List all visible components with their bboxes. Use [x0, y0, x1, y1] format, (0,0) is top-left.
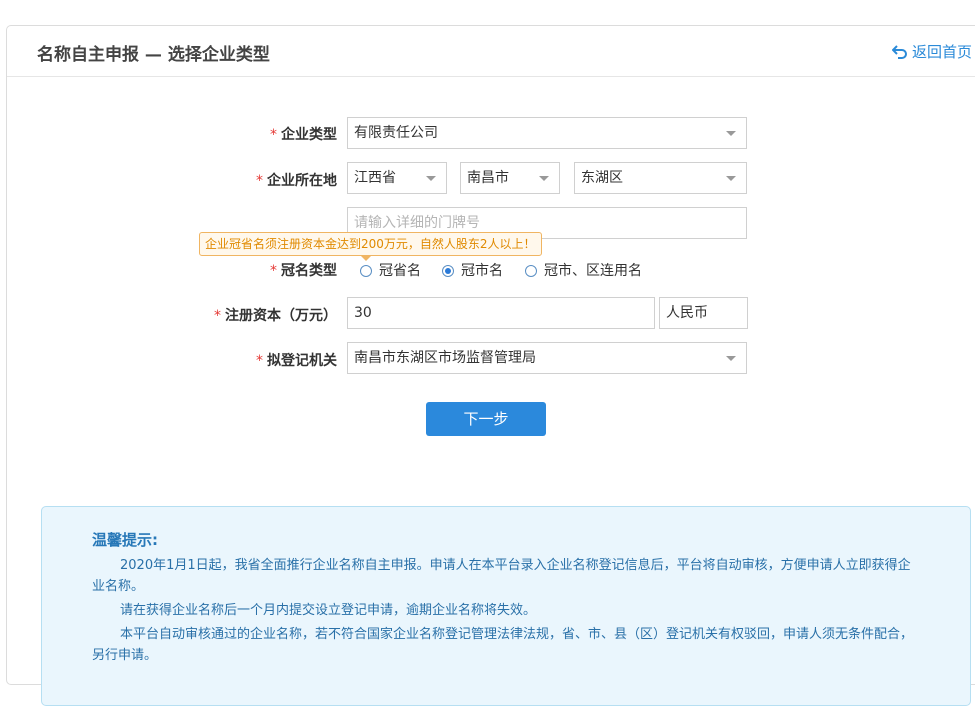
district-select[interactable]: 东湖区: [574, 162, 747, 194]
city-select[interactable]: 南昌市: [460, 162, 560, 194]
tips-paragraph-1: 2020年1月1日起，我省全面推行企业名称自主申报。申请人在本平台录入企业名称登…: [92, 558, 911, 594]
panel-header: 名称自主申报 — 选择企业类型 返回首页: [7, 26, 975, 77]
location-label: * 企业所在地: [256, 173, 337, 189]
company-type-row: * 企业类型: [0, 124, 337, 144]
next-button[interactable]: 下一步: [426, 402, 546, 436]
city-value: 南昌市: [467, 170, 509, 186]
chevron-down-icon: [726, 176, 736, 181]
chevron-down-icon: [539, 176, 549, 181]
radio-province-crown[interactable]: 冠省名: [360, 260, 421, 280]
authority-value: 南昌市东湖区市场监督管理局: [354, 350, 536, 366]
page-title: 名称自主申报 — 选择企业类型: [37, 45, 270, 65]
tips-paragraph-2: 请在获得企业名称后一个月内提交设立登记申请，逾期企业名称将失效。: [120, 603, 537, 618]
radio-circle-checked[interactable]: [442, 265, 454, 277]
company-type-value: 有限责任公司: [354, 125, 438, 141]
authority-select[interactable]: 南昌市东湖区市场监督管理局: [347, 342, 747, 374]
authority-label: * 拟登记机关: [256, 353, 337, 369]
capital-row: * 注册资本（万元）: [0, 305, 337, 325]
chevron-down-icon: [426, 176, 436, 181]
company-type-label: * 企业类型: [270, 127, 337, 143]
crown-type-options: 冠省名 冠市名 冠市、区连用名: [0, 260, 975, 280]
radio-circle[interactable]: [360, 265, 372, 277]
tips-box: 温馨提示: 2020年1月1日起，我省全面推行企业名称自主申报。申请人在本平台录…: [41, 506, 971, 706]
tips-paragraph-3: 本平台自动审核通过的企业名称，若不符合国家企业名称登记管理法律法规，省、市、县（…: [92, 627, 914, 663]
radio-city-crown[interactable]: 冠市名: [442, 260, 503, 280]
tooltip-text: 企业冠省名须注册资本金达到200万元，自然人股东2人以上！: [205, 237, 536, 251]
radio-circle[interactable]: [525, 265, 537, 277]
tips-title: 温馨提示:: [92, 531, 158, 549]
province-value: 江西省: [354, 170, 396, 186]
chevron-down-icon: [726, 131, 736, 136]
capital-field[interactable]: 30: [347, 297, 655, 329]
capital-value[interactable]: 30: [354, 305, 372, 321]
province-select[interactable]: 江西省: [347, 162, 447, 194]
back-home-link[interactable]: 返回首页: [891, 41, 973, 63]
radio-city-district-crown[interactable]: 冠市、区连用名: [525, 260, 642, 280]
return-icon: [891, 45, 908, 63]
back-home-label: 返回首页: [912, 43, 973, 61]
company-type-select[interactable]: 有限责任公司: [347, 117, 747, 149]
location-row: * 企业所在地: [0, 170, 337, 190]
authority-row: * 拟登记机关: [0, 350, 337, 370]
currency-field[interactable]: 人民币: [659, 297, 748, 329]
crown-tooltip: 企业冠省名须注册资本金达到200万元，自然人股东2人以上！: [199, 232, 542, 261]
district-value: 东湖区: [581, 170, 623, 186]
currency-value: 人民币: [666, 305, 708, 321]
capital-label: * 注册资本（万元）: [214, 308, 337, 324]
chevron-down-icon: [726, 356, 736, 361]
